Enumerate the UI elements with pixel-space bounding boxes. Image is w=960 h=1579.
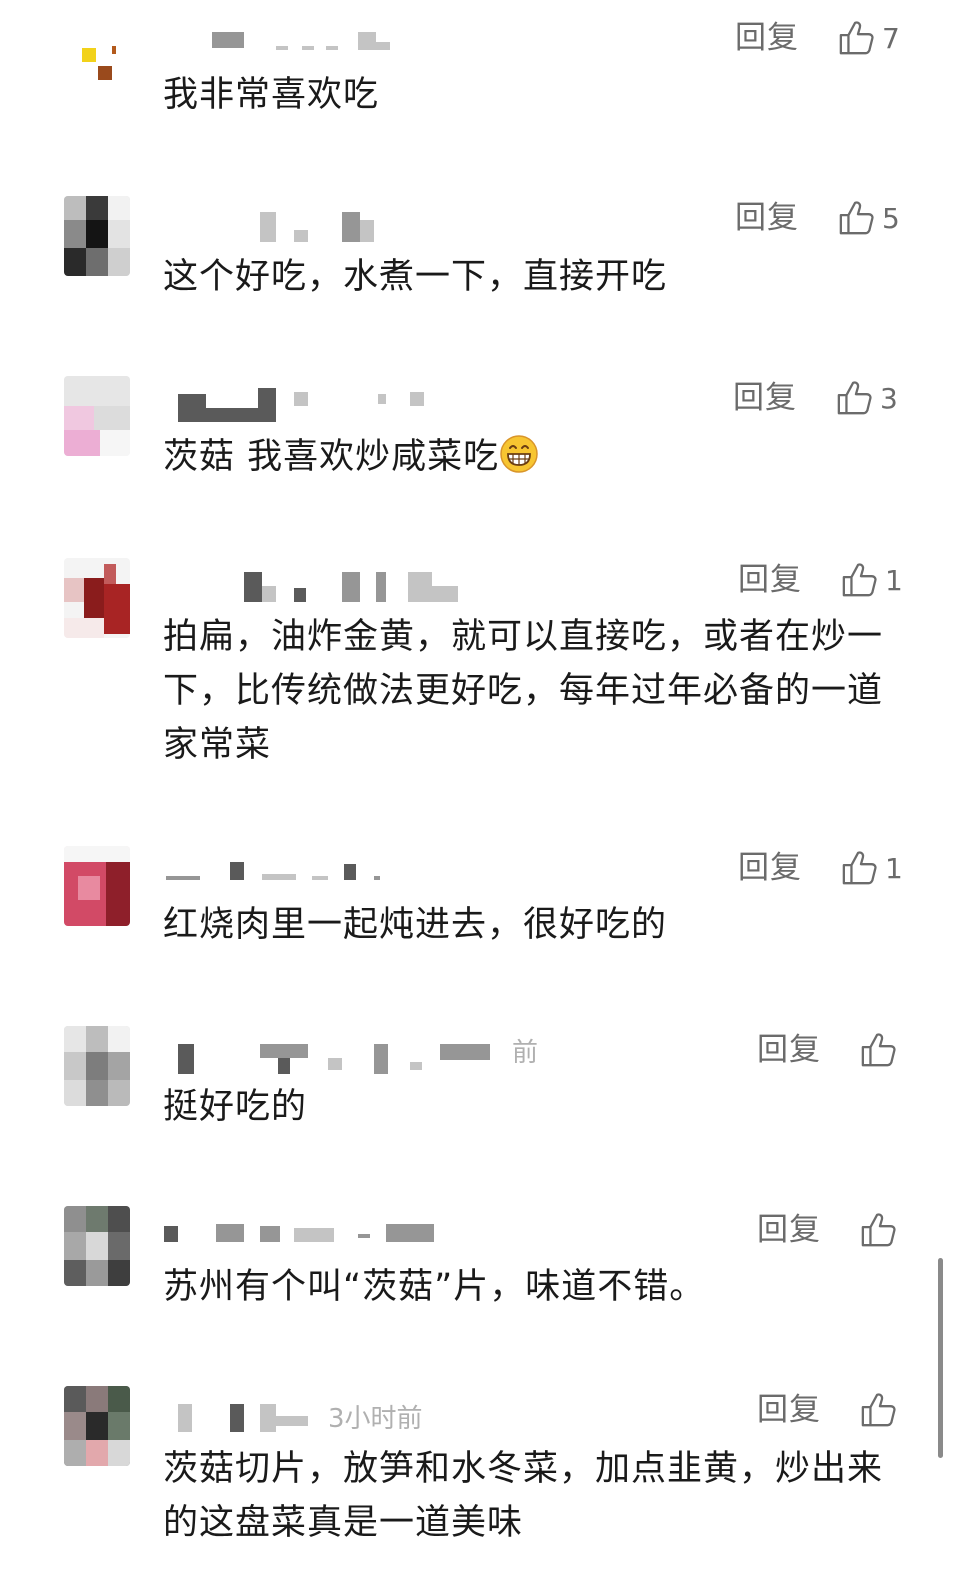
reply-button[interactable]: 回复 [738,560,802,600]
comment-text-body: 茨菇 我喜欢炒咸菜吃 [163,437,500,477]
comment-text: 我非常喜欢吃 [163,75,380,115]
like-count: 3 [880,381,898,415]
like-count: 5 [882,201,900,235]
like-button[interactable] [860,1028,898,1072]
username[interactable] [212,30,392,56]
avatar[interactable] [64,30,130,110]
username[interactable] [178,388,428,422]
reply-button[interactable]: 回复 [757,1390,821,1430]
thumbs-up-icon [839,21,874,55]
comment-time: 3小时前 [328,1404,423,1434]
like-button[interactable] [860,1208,898,1252]
comment-text: 红烧肉里一起炖进去，很好吃的 [163,905,668,945]
comment-time: 前 [512,1038,539,1068]
like-count: 7 [882,21,900,55]
like-button[interactable]: 5 [838,196,900,240]
reply-button[interactable]: 回复 [757,1030,821,1070]
thumbs-up-icon [842,563,877,597]
like-count: 1 [885,851,903,885]
avatar[interactable] [64,558,130,638]
like-button[interactable]: 7 [838,16,900,60]
username[interactable] [166,860,386,886]
username[interactable] [178,1040,518,1074]
comment-text: 苏州有个叫“茨菇”片，味道不错。 [163,1267,706,1307]
thumbs-up-icon [837,381,872,415]
avatar[interactable] [64,196,130,276]
comment-text: 茨菇 我喜欢炒咸菜吃 [163,430,903,484]
avatar[interactable] [64,846,130,926]
comment-text: 茨菇切片，放笋和水冬菜，加点韭黄，炒出来的这盘菜真是一道美味 [163,1449,884,1543]
avatar[interactable] [64,1026,130,1106]
username[interactable] [178,1402,328,1432]
reply-button[interactable]: 回复 [733,378,797,418]
reply-button[interactable]: 回复 [757,1210,821,1250]
like-button[interactable]: 1 [841,558,903,602]
thumbs-up-icon [861,1213,896,1247]
avatar[interactable] [64,1386,130,1466]
like-count: 1 [885,563,903,597]
username[interactable] [164,1222,444,1248]
comment-text: 拍扁，油炸金黄，就可以直接吃，或者在炒一下，比传统做法更好吃，每年过年必备的一道… [163,617,884,765]
avatar[interactable] [64,376,130,456]
username[interactable] [260,212,400,242]
like-button[interactable]: 3 [836,376,898,420]
like-button[interactable] [860,1388,898,1432]
avatar[interactable] [64,1206,130,1286]
comment-text: 这个好吃，水煮一下，直接开吃 [163,257,668,297]
scrollbar[interactable] [938,1258,943,1458]
reply-button[interactable]: 回复 [738,848,802,888]
reply-button[interactable]: 回复 [735,198,799,238]
grinning-face-icon [500,435,538,473]
comment-text: 挺好吃的 [163,1087,308,1127]
thumbs-up-icon [861,1393,896,1427]
thumbs-up-icon [839,201,874,235]
like-button[interactable]: 1 [841,846,903,890]
username[interactable] [244,572,464,602]
thumbs-up-icon [842,851,877,885]
thumbs-up-icon [861,1033,896,1067]
reply-button[interactable]: 回复 [735,18,799,58]
